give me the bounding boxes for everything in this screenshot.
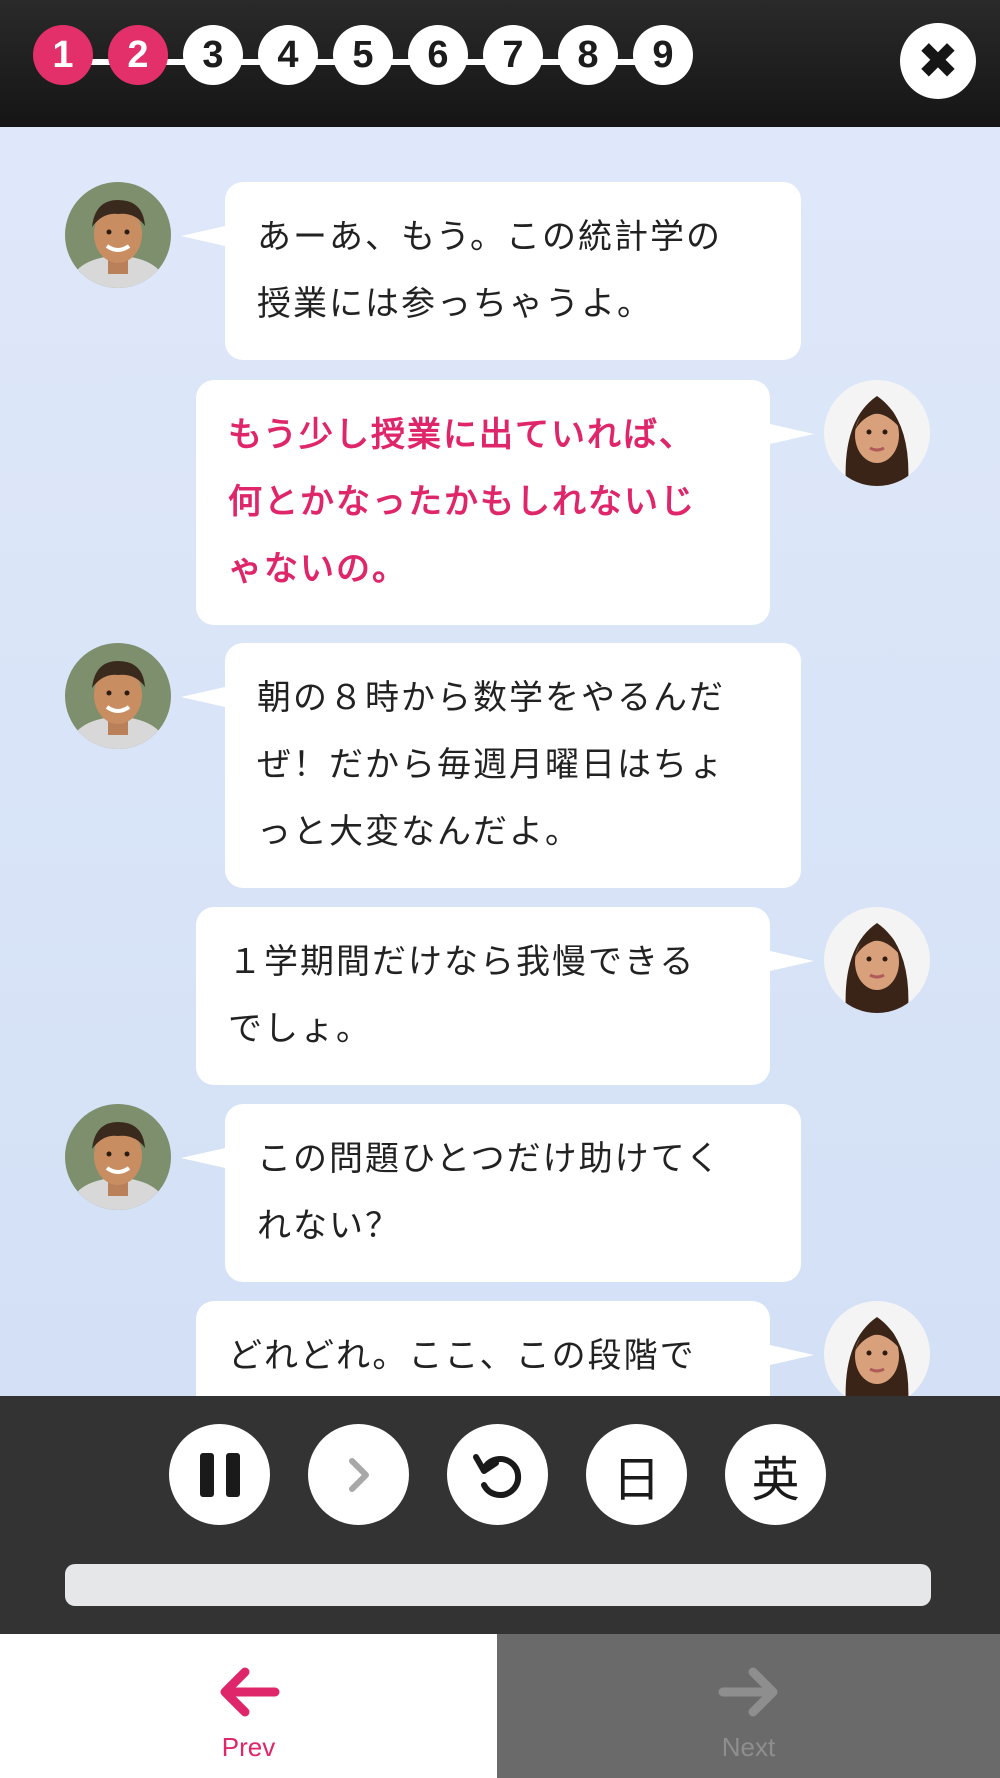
replay-button[interactable] (447, 1424, 548, 1525)
step-5[interactable]: 5 (333, 25, 393, 85)
step-4[interactable]: 4 (258, 25, 318, 85)
step-3[interactable]: 3 (183, 25, 243, 85)
forward-button[interactable] (308, 1424, 409, 1525)
chevron-right-icon (348, 1457, 369, 1492)
pause-button[interactable] (169, 1424, 270, 1525)
message-line: 朝の８時から数学をやるんだ (257, 678, 725, 718)
arrow-left-icon (220, 1667, 279, 1717)
female-avatar (824, 907, 930, 1013)
step-9[interactable]: 9 (633, 25, 693, 85)
close-button[interactable]: ✖ (900, 23, 976, 99)
message-bubble-highlighted: もう少し授業に出ていれば、 何とかなったかもしれないじ ゃないの。 (196, 380, 814, 625)
step-7[interactable]: 7 (483, 25, 543, 85)
replay-icon (472, 1453, 521, 1498)
male-avatar (65, 1104, 171, 1210)
prev-label: Prev (221, 1732, 276, 1762)
message-line: あーあ、もう。この統計学の (257, 217, 722, 257)
message-bubble: この問題ひとつだけ助けてく れない？ (181, 1104, 801, 1282)
message-line: １学期間だけなら我慢できる (228, 942, 696, 982)
female-avatar (824, 380, 930, 486)
message-line: ぜ！だから毎週月曜日はちょ (257, 745, 725, 785)
message-bubble: あーあ、もう。この統計学の 授業には参っちゃうよ。 (181, 182, 801, 360)
message-bubble: 朝の８時から数学をやるんだ ぜ！だから毎週月曜日はちょ っと大変なんだよ。 (181, 643, 801, 888)
step-8[interactable]: 8 (558, 25, 618, 85)
message-line: この問題ひとつだけ助けてく (257, 1139, 722, 1179)
english-label: 英 (751, 1451, 800, 1508)
step-2[interactable]: 2 (108, 25, 168, 85)
message-bubble: １学期間だけなら我慢できる でしょ。 (196, 907, 814, 1085)
male-avatar (65, 643, 171, 749)
step-6[interactable]: 6 (408, 25, 468, 85)
next-button[interactable]: Next (497, 1634, 1000, 1778)
message-line: もう少し授業に出ていれば、 (228, 415, 695, 455)
japanese-subtitle-button[interactable]: 日 (586, 1424, 687, 1525)
japanese-label: 日 (612, 1451, 661, 1508)
english-subtitle-button[interactable]: 英 (725, 1424, 826, 1525)
step-1[interactable]: 1 (33, 25, 93, 85)
message-line: ゃないの。 (228, 549, 408, 589)
arrow-right-icon (718, 1667, 777, 1717)
female-avatar (824, 1301, 930, 1396)
audio-progress-bar[interactable] (65, 1564, 931, 1606)
step-progress-bar: 123456789 ✖ (0, 0, 1000, 127)
message-line: れない？ (257, 1206, 401, 1246)
pause-icon (199, 1452, 240, 1497)
close-icon: ✖ (917, 32, 959, 90)
conversation-area[interactable]: あーあ、もう。この統計学の 授業には参っちゃうよ。 もう少し授業に出ていれば、 … (0, 127, 1000, 1396)
message-bubble: どれどれ。ここ、この段階で (196, 1301, 814, 1396)
next-label: Next (721, 1732, 776, 1762)
message-line: 授業には参っちゃうよ。 (257, 284, 653, 324)
message-line: でしょ。 (228, 1009, 372, 1049)
playback-controls: 日 英 (0, 1396, 1000, 1634)
male-avatar (65, 182, 171, 288)
message-line: どれどれ。ここ、この段階で (228, 1336, 696, 1376)
prev-button[interactable]: Prev (0, 1634, 497, 1778)
message-line: 何とかなったかもしれないじ (228, 482, 696, 522)
message-line: っと大変なんだよ。 (257, 812, 581, 852)
